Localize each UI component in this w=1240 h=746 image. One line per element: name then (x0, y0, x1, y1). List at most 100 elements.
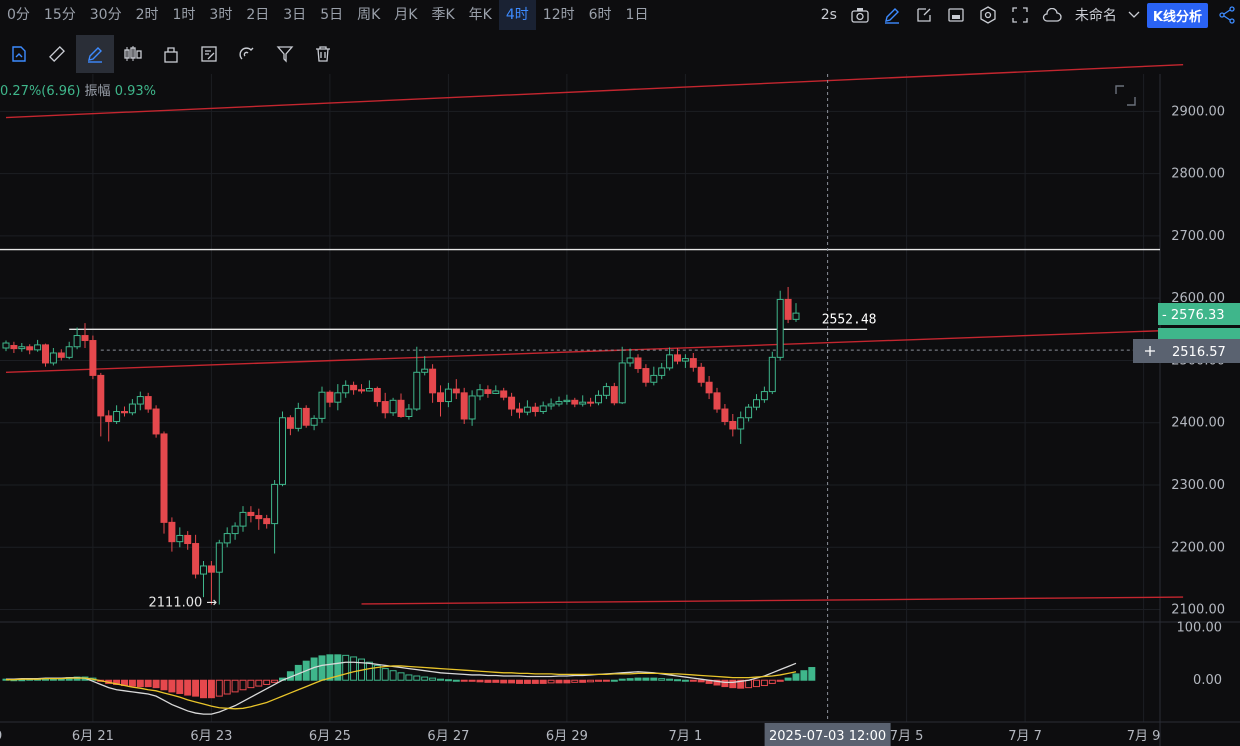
timeframe-15[interactable]: 6时 (582, 0, 619, 30)
candle-body-59 (468, 395, 476, 420)
timeframe-2[interactable]: 30分 (83, 0, 129, 30)
candle-body-72 (571, 399, 579, 405)
timeframe-3[interactable]: 2时 (129, 0, 166, 30)
timeframe-13[interactable]: 4时 (498, 0, 536, 30)
candle-body-24 (192, 543, 200, 575)
amplitude-value: 0.93% (114, 84, 156, 99)
screenshot-icon[interactable] (943, 2, 969, 28)
y-tick-label-8: 2900.00 (1171, 104, 1225, 119)
macd-hist-bar-54 (429, 677, 437, 681)
layout-name[interactable]: 未命名 (1071, 5, 1121, 25)
draw-pen-icon[interactable] (879, 2, 905, 28)
candle-body-36 (286, 417, 294, 429)
timeframe-5[interactable]: 3时 (202, 0, 239, 30)
candle-body-47 (373, 387, 381, 403)
add-panel-icon[interactable] (911, 2, 937, 28)
delete-icon[interactable] (304, 35, 342, 73)
timeframe-0[interactable]: 0分 (0, 0, 37, 30)
candle-body-8 (65, 346, 73, 358)
amplitude-label: 振幅 (84, 84, 111, 99)
candle-body-12 (97, 374, 105, 417)
maximize-icon (1115, 85, 1136, 106)
timeframe-6[interactable]: 2日 (239, 0, 276, 30)
lock-icon[interactable] (152, 35, 190, 73)
crosshair-price-text: 2516.57 (1172, 345, 1226, 360)
timeframe-9[interactable]: 周K (350, 0, 387, 30)
y-tick-label-1: 2200.00 (1171, 540, 1225, 555)
macd-hist-bar-76 (602, 679, 610, 682)
kline-analysis-button[interactable]: K线分析 (1146, 2, 1208, 28)
macd-hist-bar-65 (516, 679, 523, 684)
candle-body-22 (176, 534, 184, 543)
candle-body-30 (239, 511, 247, 527)
candle-body-7 (57, 352, 65, 358)
macd-hist-bar-59 (468, 679, 476, 682)
macd-hist-bar-23 (184, 679, 192, 696)
candle-body-37 (294, 407, 302, 429)
macd-hist-bar-39 (310, 657, 318, 681)
y-tick-label-7: 2800.00 (1171, 167, 1225, 182)
timeframe-1[interactable]: 15分 (37, 0, 83, 30)
macd-dif-line (6, 661, 797, 715)
candle-body-75 (595, 394, 602, 404)
candle-body-48 (381, 401, 389, 414)
timeframe-16[interactable]: 1日 (619, 0, 656, 30)
second-price-tag (1158, 328, 1240, 340)
macd-hist-bar-17 (136, 679, 144, 688)
macd-hist-bar-82 (650, 677, 658, 681)
timeframe-12[interactable]: 年K (462, 0, 499, 30)
x-tick-label-3: 6月 25 (309, 729, 351, 744)
refresh-interval-button[interactable]: 2s (817, 7, 841, 23)
macd-hist-bar-73 (579, 679, 587, 683)
camera-icon[interactable] (847, 2, 873, 28)
macd-hist-bar-21 (168, 679, 176, 693)
candle-body-55 (437, 392, 444, 403)
candle-body-98 (776, 298, 784, 358)
macd-hist-bar-102 (808, 667, 816, 681)
candle-body-88 (697, 366, 705, 383)
macd-hist-bar-26 (207, 679, 215, 699)
macd-hist-bar-66 (523, 679, 531, 684)
layers-icon[interactable] (0, 35, 38, 73)
candle-body-38 (302, 407, 310, 426)
candle-body-2 (18, 346, 26, 350)
timeframe-11[interactable]: 季K (424, 0, 461, 30)
x-tick-label-2: 6月 23 (190, 729, 232, 744)
candle-body-84 (666, 354, 674, 369)
fullscreen-icon[interactable] (1007, 2, 1033, 28)
candle-body-54 (429, 368, 437, 394)
candle-body-94 (745, 406, 753, 419)
settings-icon[interactable] (975, 2, 1001, 28)
x-tick-label-9: 7月 9 (1127, 729, 1161, 744)
ruler-icon[interactable] (38, 35, 76, 73)
edit-icon[interactable] (190, 35, 228, 73)
macd-hist-bar-46 (365, 661, 373, 681)
magnet-icon[interactable] (228, 35, 266, 73)
macd-hist-bar-75 (595, 679, 602, 682)
timeframe-14[interactable]: 12时 (536, 0, 582, 30)
share-icon[interactable] (1214, 2, 1240, 28)
candle-body-21 (168, 521, 176, 543)
macd-hist-bar-57 (452, 679, 460, 682)
chart-canvas[interactable]: 2100.002200.002300.002400.002500.002600.… (0, 0, 1240, 746)
timeframe-7[interactable]: 3日 (276, 0, 313, 30)
macd-hist-bar-60 (476, 679, 484, 683)
candle-body-90 (713, 392, 721, 410)
candles-icon[interactable] (114, 35, 152, 73)
macd-hist-bar-101 (800, 670, 808, 681)
macd-hist-bar-28 (223, 679, 231, 695)
macd-hist-bar-87 (689, 679, 697, 682)
candle-body-70 (555, 401, 563, 405)
candle-body-26 (207, 565, 215, 573)
chevron-down-icon[interactable] (1127, 2, 1141, 28)
change-info: 0.27%(6.96) 振幅 0.93% (0, 80, 156, 99)
timeframe-4[interactable]: 1时 (166, 0, 203, 30)
candle-body-91 (721, 408, 729, 422)
filter-icon[interactable] (266, 35, 304, 73)
y-tick-label-0: 2100.00 (1171, 603, 1225, 618)
timeframe-8[interactable]: 5日 (313, 0, 350, 30)
candle-body-89 (705, 381, 713, 394)
y-tick-label-6: 2700.00 (1171, 229, 1225, 244)
pen-icon[interactable] (76, 35, 114, 73)
timeframe-10[interactable]: 月K (387, 0, 424, 30)
